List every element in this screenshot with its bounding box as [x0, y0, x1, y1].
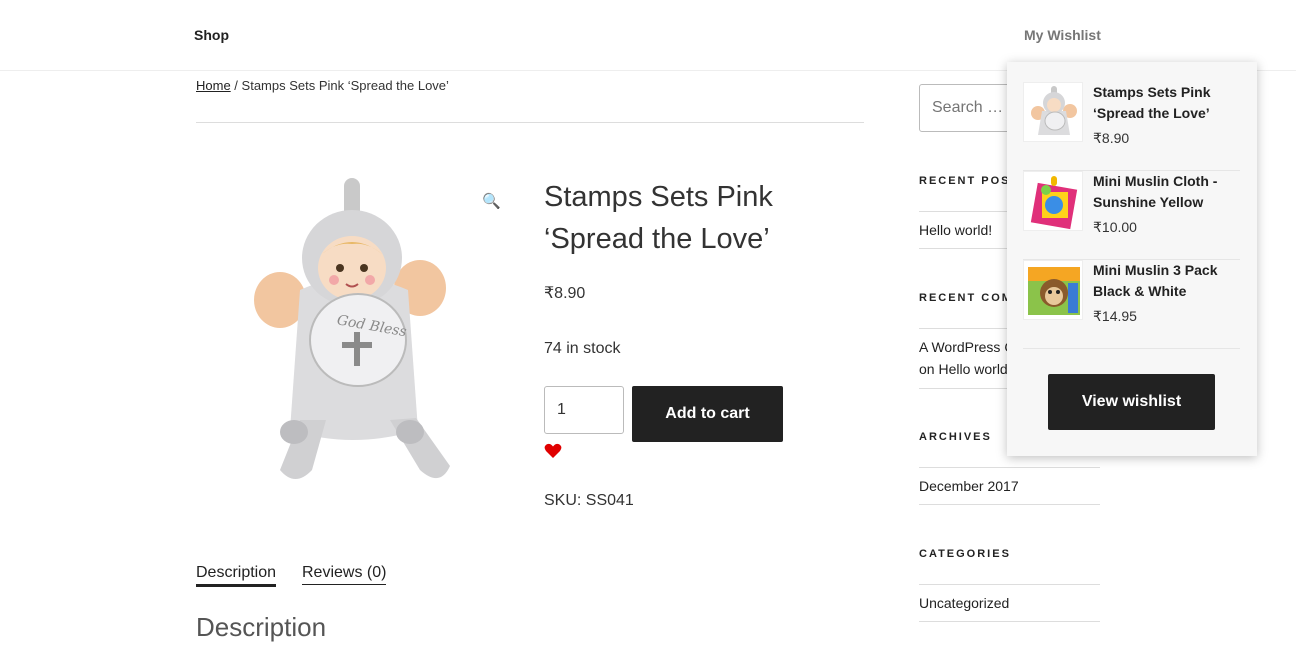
nav-shop-link[interactable]: Shop [194, 27, 229, 43]
breadcrumb: Home / Stamps Sets Pink ‘Spread the Love… [196, 78, 449, 93]
heart-icon[interactable] [544, 443, 562, 459]
magnify-zoom-icon[interactable]: 🔍 [482, 192, 501, 210]
product-title: Stamps Sets Pink ‘Spread the Love’ [544, 181, 773, 255]
wishlist-item: Stamps Sets Pink ‘Spread the Love’ ₹8.90 [1023, 82, 1240, 171]
categories-title: CATEGORIES [919, 548, 1011, 560]
wishlist-item-name[interactable]: Mini Muslin 3 Pack Black & White [1093, 260, 1238, 302]
quantity-input[interactable] [544, 386, 624, 434]
breadcrumb-home-link[interactable]: Home [196, 78, 231, 93]
wishlist-dropdown: Stamps Sets Pink ‘Spread the Love’ ₹8.90… [1007, 62, 1257, 456]
archives-title: ARCHIVES [919, 431, 992, 443]
breadcrumb-separator: / [230, 78, 242, 93]
category-link[interactable]: Uncategorized [919, 592, 1009, 614]
archive-link[interactable]: December 2017 [919, 475, 1019, 497]
wishlist-item: Mini Muslin Cloth - Sunshine Yellow ₹10.… [1023, 171, 1240, 260]
top-navigation: Shop My Wishlist [0, 0, 1296, 71]
wishlist-item-price: ₹14.95 [1093, 308, 1137, 324]
product-image[interactable]: God Bless [240, 170, 470, 500]
product-price: ₹8.90 [544, 285, 586, 302]
tab-reviews[interactable]: Reviews (0) [302, 564, 387, 585]
tab-description[interactable]: Description [196, 564, 277, 587]
product-sku: SKU: SS041 [544, 492, 634, 509]
description-heading: Description [196, 612, 327, 642]
wishlist-item: Mini Muslin 3 Pack Black & White ₹14.95 [1023, 260, 1240, 349]
widget-divider [919, 621, 1100, 622]
wishlist-item-thumbnail[interactable] [1023, 260, 1083, 320]
wishlist-item-name[interactable]: Mini Muslin Cloth - Sunshine Yellow [1093, 171, 1238, 213]
breadcrumb-divider [196, 122, 864, 123]
wishlist-item-name[interactable]: Stamps Sets Pink ‘Spread the Love’ [1093, 82, 1238, 124]
stock-status: 74 in stock [544, 340, 621, 357]
wishlist-item-price: ₹10.00 [1093, 219, 1137, 235]
recent-comment-post-link[interactable]: on Hello world! [919, 358, 1012, 380]
wishlist-item-thumbnail[interactable] [1023, 171, 1083, 231]
wishlist-item-price: ₹8.90 [1093, 130, 1130, 146]
add-to-cart-button[interactable]: Add to cart [632, 386, 783, 442]
view-wishlist-button[interactable]: View wishlist [1048, 374, 1215, 430]
wishlist-item-thumbnail[interactable] [1023, 82, 1083, 142]
breadcrumb-current: Stamps Sets Pink ‘Spread the Love’ [241, 78, 449, 93]
recent-post-link[interactable]: Hello world! [919, 219, 992, 241]
widget-divider [919, 504, 1100, 505]
widget-divider [919, 467, 1100, 468]
widget-divider [919, 584, 1100, 585]
nav-my-wishlist-link[interactable]: My Wishlist [1024, 27, 1101, 43]
